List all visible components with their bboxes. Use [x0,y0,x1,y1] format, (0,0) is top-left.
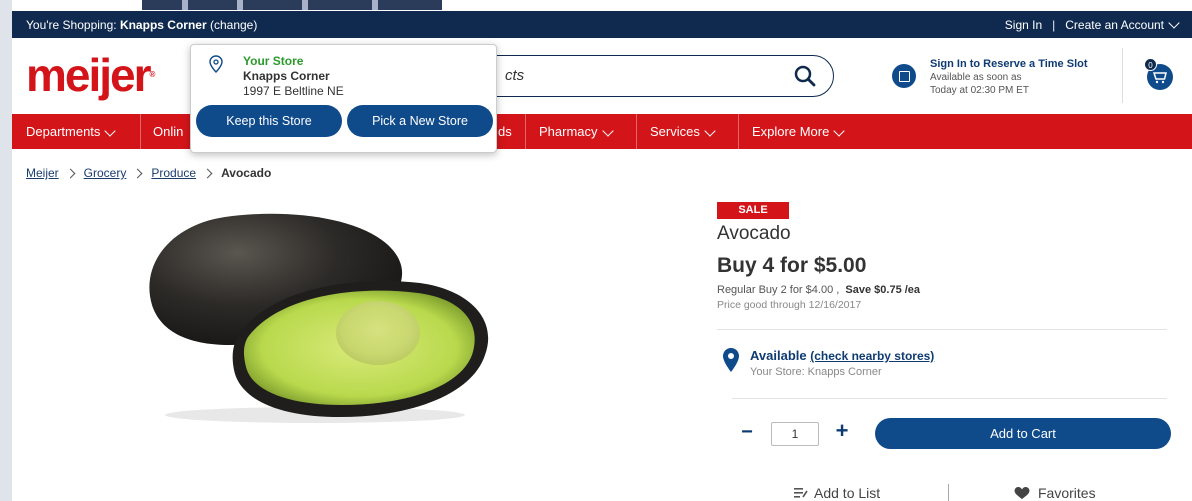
popover-title: Your Store [243,54,304,68]
availability-store: Your Store: Knapps Corner [750,366,882,378]
search-input[interactable]: cts [505,67,524,84]
quantity-input[interactable]: 1 [771,422,819,446]
sale-badge: SALE [717,202,789,219]
chevron-down-icon [104,124,117,137]
page: You're Shopping: Knapps Corner (change) … [12,0,1192,501]
shopping-prefix: You're Shopping: [26,17,117,32]
nav-divider [525,114,526,149]
reserve-time: Today at 02:30 PM ET [930,85,1029,96]
breadcrumb-grocery[interactable]: Grocery [84,166,127,180]
favorites-label: Favorites [1038,485,1096,501]
top-bar: You're Shopping: Knapps Corner (change) … [12,11,1192,38]
breadcrumb-meijer[interactable]: Meijer [26,166,59,180]
top-strip-image [142,0,442,10]
nav-ads[interactable]: ds [498,114,512,149]
quantity-increase-button[interactable]: + [834,420,850,442]
nav-services[interactable]: Services [650,114,716,149]
favorites-button[interactable]: Favorites [1014,485,1096,501]
reserve-title[interactable]: Sign In to Reserve a Time Slot [930,58,1088,70]
breadcrumb-current: Avocado [221,166,272,180]
nav-pharmacy[interactable]: Pharmacy [539,114,614,149]
keep-store-button[interactable]: Keep this Store [196,105,342,137]
popover-store-address: 1997 E Beltline NE [243,84,344,98]
separator: | [1052,17,1056,32]
registered-mark: ® [149,70,156,79]
main-nav: Departments Onlin ds Pharmacy Services E… [12,114,1192,149]
add-to-cart-button[interactable]: Add to Cart [875,418,1171,449]
nav-online[interactable]: Onlin [153,114,183,149]
availability: Available (check nearby stores) [750,348,934,363]
chevron-down-icon [833,124,845,137]
list-icon [794,488,808,498]
heart-icon [1014,486,1030,499]
nav-explore-more-label: Explore More [752,124,830,139]
cart-button[interactable]: 0 [1144,58,1176,90]
sign-in-link[interactable]: Sign In [1005,18,1042,32]
avocado-product-image [149,213,489,423]
breadcrumb-produce[interactable]: Produce [151,166,196,180]
chevron-right-icon [202,168,213,178]
nav-divider [738,114,739,149]
current-store-name: Knapps Corner [119,17,207,32]
action-separator [948,484,949,501]
nav-departments-label: Departments [26,124,101,139]
popover-store-name: Knapps Corner [243,69,330,83]
pick-new-store-button[interactable]: Pick a New Store [347,105,493,137]
product-name: Avocado [717,223,791,244]
reserve-time-slot[interactable]: Sign In to Reserve a Time Slot Available… [892,56,1112,100]
add-to-list-button[interactable]: Add to List [794,485,880,501]
create-account-link[interactable]: Create an Account [1065,17,1180,32]
store-popover: Your Store Knapps Corner 1997 E Beltline… [190,44,497,153]
availability-status: Available [750,348,807,363]
nav-services-label: Services [650,124,700,139]
logo-text: meijer [26,49,152,101]
location-pin-icon [723,348,739,372]
product-deal-price: Buy 4 for $5.00 [717,254,867,277]
nav-pharmacy-label: Pharmacy [539,124,598,139]
divider [717,329,1167,330]
nav-explore-more[interactable]: Explore More [752,114,845,149]
nav-departments[interactable]: Departments [26,114,117,149]
reserve-availability: Available as soon as [930,72,1022,83]
savings-text: Save $0.75 /ea [845,284,921,296]
change-store-link[interactable]: (change) [210,18,257,32]
nav-divider [140,114,141,149]
shopping-store-text: You're Shopping: Knapps Corner (change) [26,18,257,32]
search-icon[interactable] [793,64,817,88]
nav-divider [636,114,637,149]
chevron-down-icon [704,124,716,137]
chevron-right-icon [65,168,76,178]
cart-count-badge: 0 [1144,58,1157,71]
shopping-bag-icon [892,64,916,88]
quantity-decrease-button[interactable]: − [740,422,754,442]
regular-price-text: Regular Buy 2 for $4.00 , [717,284,840,296]
meijer-logo[interactable]: meijer® [26,52,155,98]
regular-price: Regular Buy 2 for $4.00 , Save $0.75 /ea [717,284,920,296]
location-pin-icon [209,55,223,73]
divider [732,398,1167,399]
price-good-through: Price good through 12/16/2017 [717,299,862,311]
check-nearby-stores-link[interactable]: (check nearby stores) [810,349,934,363]
chevron-down-icon [601,124,614,137]
breadcrumb: Meijer Grocery Produce Avocado [26,166,271,180]
add-to-list-label: Add to List [814,485,881,501]
header: meijer® cts Sign In to Reserve a Time Sl… [12,38,1192,114]
header-divider [1122,48,1123,103]
account-links: Sign In | Create an Account [1005,17,1180,32]
chevron-down-icon [1168,17,1180,29]
chevron-right-icon [132,168,143,178]
create-account-label: Create an Account [1065,17,1164,32]
